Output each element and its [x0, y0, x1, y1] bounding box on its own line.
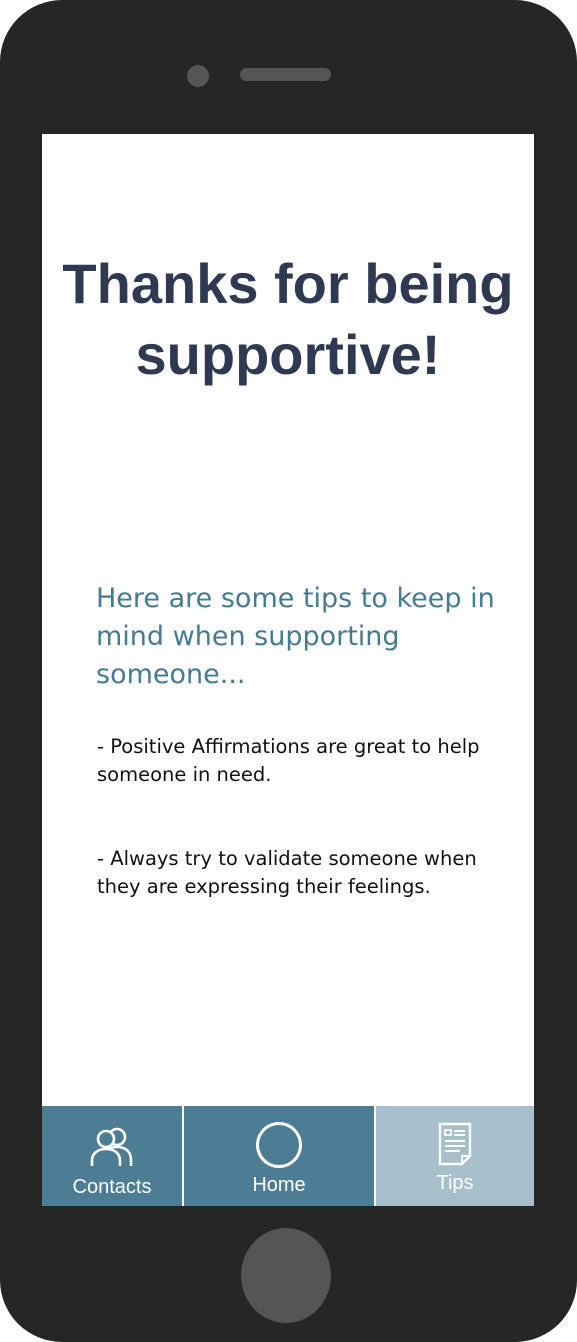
- tab-home[interactable]: Home: [184, 1106, 376, 1206]
- tip-item-affirmations: - Positive Affirmations are great to hel…: [97, 735, 480, 786]
- tab-contacts[interactable]: Contacts: [42, 1106, 184, 1206]
- speaker: [240, 68, 331, 81]
- tips-intro: Here are some tips to keep in mind when …: [96, 583, 495, 690]
- hardware-home-button[interactable]: [241, 1228, 331, 1323]
- tab-contacts-label: Contacts: [72, 1176, 152, 1198]
- app-screen: Thanks for being supportive! Here are so…: [42, 134, 534, 1206]
- contacts-icon: [89, 1126, 135, 1174]
- tab-tips-label: Tips: [436, 1172, 474, 1194]
- page-title: Thanks for being supportive!: [62, 252, 514, 386]
- tab-home-label: Home: [252, 1174, 306, 1196]
- phone-frame: Thanks for being supportive! Here are so…: [0, 0, 577, 1342]
- tab-tips[interactable]: Tips: [376, 1106, 534, 1206]
- bottom-tab-bar: Contacts Home Tips: [42, 1106, 534, 1206]
- circle-icon: [255, 1121, 303, 1175]
- tip-item-validate: - Always try to validate someone when th…: [97, 847, 477, 898]
- camera: [187, 65, 209, 87]
- document-icon: [438, 1122, 472, 1172]
